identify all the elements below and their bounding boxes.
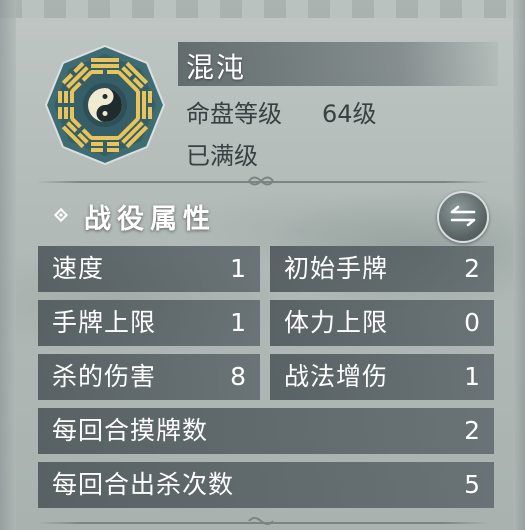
- stat-label: 速度: [52, 254, 105, 283]
- stat-value: 5: [464, 470, 480, 499]
- battle-attributes-title: 战役属性: [84, 204, 216, 235]
- stat-label: 体力上限: [284, 308, 389, 337]
- stat-label: 初始手牌: [284, 254, 389, 283]
- stat-value: 1: [230, 308, 246, 337]
- swap-button[interactable]: [437, 191, 489, 243]
- stat-cell-kills-per-turn: 每回合出杀次数 5: [38, 462, 494, 508]
- stat-cell-hand-limit: 手牌上限 1: [38, 300, 260, 346]
- top-frame-border: [0, 0, 525, 18]
- stat-value: 2: [464, 416, 480, 445]
- right-frame-border: [513, 0, 525, 530]
- bagua-taiji-emblem-icon: [44, 44, 166, 166]
- stat-cell-tactic-damage: 战法增伤 1: [270, 354, 494, 400]
- stat-label: 杀的伤害: [52, 362, 157, 391]
- swap-arrows-icon: [450, 205, 476, 227]
- diamond-icon: [53, 207, 69, 223]
- destiny-chart-name: 混沌: [186, 51, 247, 84]
- level-value: 64级: [322, 100, 377, 128]
- level-label: 命盘等级: [186, 100, 282, 128]
- stat-label: 战法增伤: [284, 362, 389, 391]
- stat-value: 8: [230, 362, 246, 391]
- left-frame-border: [0, 0, 16, 530]
- divider-ornament-icon: [248, 176, 274, 186]
- stat-cell-initial-hand: 初始手牌 2: [270, 246, 494, 292]
- stat-value: 2: [464, 254, 480, 283]
- stat-label: 每回合出杀次数: [52, 470, 235, 499]
- stat-cell-hp-limit: 体力上限 0: [270, 300, 494, 346]
- stat-value: 1: [230, 254, 246, 283]
- stat-value: 0: [464, 308, 480, 337]
- divider-ornament-icon: [248, 517, 274, 525]
- stat-label: 手牌上限: [52, 308, 157, 337]
- max-level-status: 已满级: [186, 142, 258, 170]
- stat-cell-speed: 速度 1: [38, 246, 260, 292]
- stat-label: 每回合摸牌数: [52, 416, 209, 445]
- stat-value: 1: [464, 362, 480, 391]
- stat-cell-draw-per-turn: 每回合摸牌数 2: [38, 408, 494, 454]
- stat-cell-kill-damage: 杀的伤害 8: [38, 354, 260, 400]
